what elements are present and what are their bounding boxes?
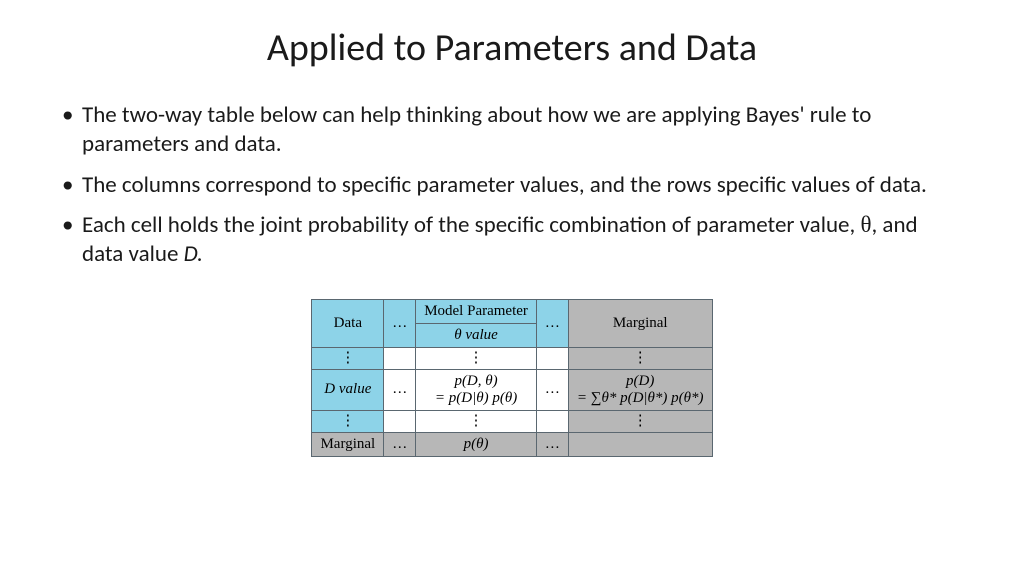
cell-ellipsis: … [536,369,568,410]
cell-marginal-pd: p(D) = ∑θ* p(D|θ*) p(θ*) [568,369,712,410]
table-row: D value … p(D, θ) = p(D|θ) p(θ) … p(D) =… [312,369,712,410]
table-row: ⋮ ⋮ ⋮ [312,347,712,369]
theta-label: θ value [454,327,498,343]
bullet-item: The two-way table below can help thinkin… [60,101,964,159]
cell-vdots: ⋮ [568,410,712,432]
cell-empty [384,410,416,432]
header-marginal: Marginal [568,299,712,347]
header-model-parameter: Model Parameter [416,299,537,323]
cell-empty [384,347,416,369]
cell-vdots: ⋮ [568,347,712,369]
cell-ellipsis: … [536,432,568,456]
cell-empty [568,432,712,456]
bayes-table-container: Data … Model Parameter … Marginal θ valu… [60,299,964,457]
row-label-d-value: D value [312,369,384,410]
cell-vdots: ⋮ [312,410,384,432]
header-ellipsis: … [384,299,416,347]
bullet-item: Each cell holds the joint probability of… [60,211,964,269]
table-row: ⋮ ⋮ ⋮ [312,410,712,432]
joint-formula-line: = p(D|θ) p(θ) [424,390,528,407]
slide: Applied to Parameters and Data The two-w… [0,0,1024,576]
header-data: Data [312,299,384,347]
bullet-text: Each cell holds the joint probability of… [82,211,918,268]
bullet-list: The two-way table below can help thinkin… [60,101,964,269]
cell-ellipsis: … [384,432,416,456]
cell-vdots: ⋮ [416,347,537,369]
joint-formula-line: p(D, θ) [424,373,528,390]
cell-empty [536,410,568,432]
header-theta-value: θ value [416,323,537,347]
cell-vdots: ⋮ [416,410,537,432]
cell-p-theta: p(θ) [416,432,537,456]
cell-empty [536,347,568,369]
header-ellipsis: … [536,299,568,347]
cell-joint-probability: p(D, θ) = p(D|θ) p(θ) [416,369,537,410]
bullet-item: The columns correspond to specific param… [60,171,964,200]
table-row: Marginal … p(θ) … [312,432,712,456]
slide-title: Applied to Parameters and Data [60,25,964,71]
pd-formula-line: = ∑θ* p(D|θ*) p(θ*) [577,390,704,407]
cell-ellipsis: … [384,369,416,410]
row-label-marginal: Marginal [312,432,384,456]
pd-formula-line: p(D) [577,373,704,390]
cell-vdots: ⋮ [312,347,384,369]
table-header-row: Data … Model Parameter … Marginal [312,299,712,323]
bayes-table: Data … Model Parameter … Marginal θ valu… [311,299,712,457]
